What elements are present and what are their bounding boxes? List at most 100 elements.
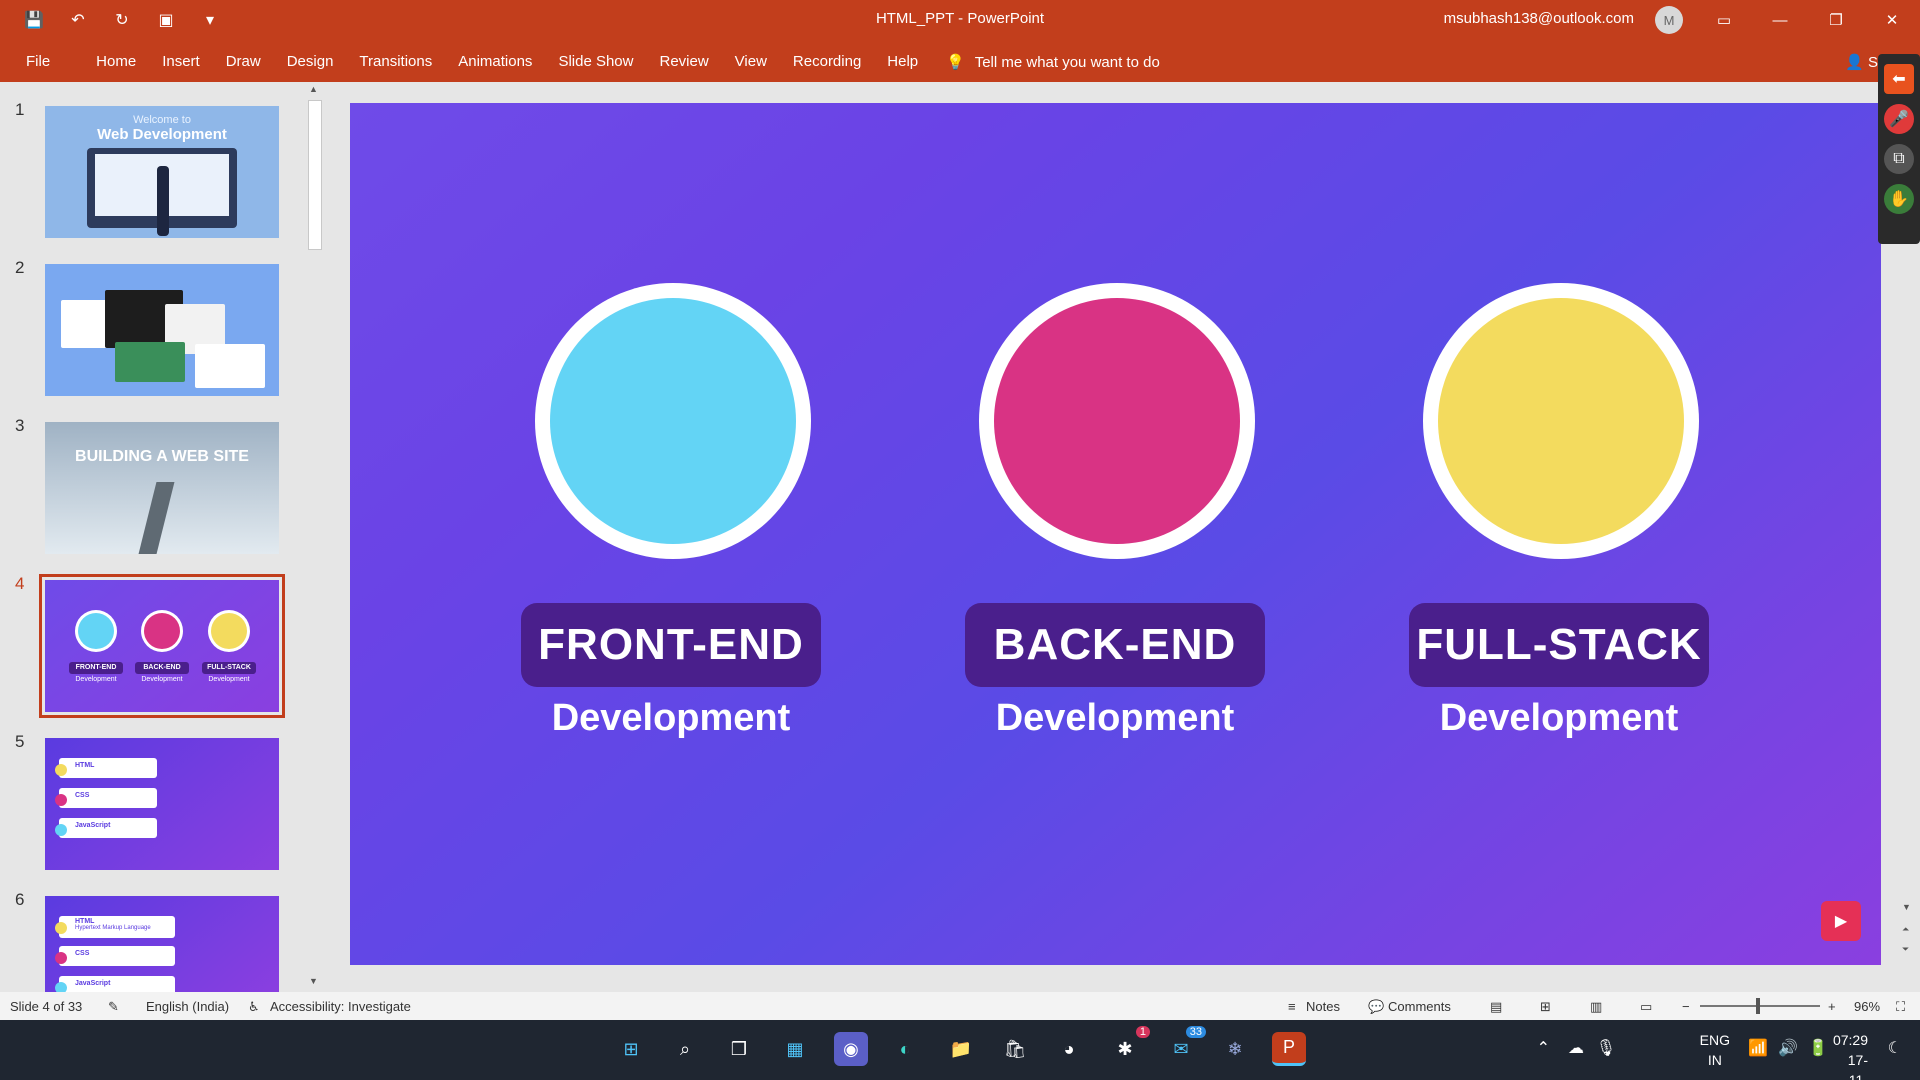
zoom-in-icon[interactable]: +: [1828, 999, 1836, 1014]
language-indicator[interactable]: English (India): [146, 999, 229, 1014]
zoom-slider[interactable]: [1700, 1005, 1820, 1007]
tab-recording[interactable]: Recording: [793, 53, 861, 70]
zoom-level[interactable]: 96%: [1854, 999, 1880, 1014]
clock[interactable]: 07:29 17-11-2021: [1833, 1030, 1868, 1080]
thumb-sublabel: Development: [141, 676, 183, 683]
widgets-icon[interactable]: ▦: [778, 1032, 812, 1066]
normal-view-icon[interactable]: ▤: [1490, 999, 1502, 1015]
front-end-label[interactable]: FRONT-END: [521, 603, 821, 687]
tab-insert[interactable]: Insert: [162, 53, 200, 70]
hand-icon[interactable]: ✋: [1884, 184, 1914, 214]
comments-button[interactable]: Comments: [1388, 999, 1451, 1014]
thumb-dot: [55, 952, 67, 964]
tab-transitions[interactable]: Transitions: [359, 53, 432, 70]
microsoft-store-icon[interactable]: 🛍: [998, 1032, 1032, 1066]
minimize-icon[interactable]: —: [1752, 0, 1808, 40]
tell-me-search[interactable]: 💡 Tell me what you want to do: [946, 53, 1160, 72]
tab-file[interactable]: File: [26, 53, 50, 70]
thumb-circle: [75, 610, 117, 652]
notes-icon: ≡: [1288, 999, 1296, 1014]
restore-icon[interactable]: ❐: [1808, 0, 1864, 40]
back-end-circle-fill: [994, 298, 1240, 544]
tab-view[interactable]: View: [735, 53, 767, 70]
tab-design[interactable]: Design: [287, 53, 334, 70]
tab-draw[interactable]: Draw: [226, 53, 261, 70]
notes-button[interactable]: Notes: [1306, 999, 1340, 1014]
volume-icon[interactable]: 🔊: [1778, 1038, 1798, 1058]
tab-home[interactable]: Home: [96, 53, 136, 70]
fit-to-window-icon[interactable]: ⛶: [1896, 999, 1905, 1015]
slideshow-icon[interactable]: ▭: [1640, 999, 1652, 1015]
search-icon[interactable]: ⌕: [668, 1032, 702, 1066]
notification-icon[interactable]: ☾: [1888, 1038, 1902, 1058]
thumb-dot: [55, 982, 67, 992]
mail-icon[interactable]: ✉ 33: [1164, 1026, 1206, 1066]
chrome-icon[interactable]: ◕: [1052, 1032, 1086, 1066]
thumb-number: 4: [15, 574, 25, 593]
close-icon[interactable]: ✕: [1864, 0, 1920, 40]
tab-review[interactable]: Review: [659, 53, 708, 70]
slide-thumbnail-4[interactable]: FRONT-END BACK-END FULL-STACK Developmen…: [39, 574, 285, 718]
subscribe-badge[interactable]: ▶: [1821, 901, 1861, 941]
slide-thumbnail-2[interactable]: [45, 264, 279, 396]
slide-thumbnail-1[interactable]: Welcome to Web Development: [45, 106, 279, 238]
edge-icon[interactable]: ◐: [888, 1032, 922, 1066]
thumb-label: BACK-END: [135, 662, 189, 674]
windows-start-icon[interactable]: ⊞: [614, 1032, 648, 1066]
slide-thumbnail-3[interactable]: BUILDING A WEB SITE: [45, 422, 279, 554]
battery-icon[interactable]: 🔋: [1808, 1038, 1828, 1058]
reading-view-icon[interactable]: ▥: [1590, 999, 1602, 1015]
accessibility-status[interactable]: Accessibility: Investigate: [270, 999, 411, 1014]
person-figure: [157, 166, 169, 236]
thumb-sublabel: Development: [208, 676, 250, 683]
copy-icon[interactable]: ⧉: [1884, 144, 1914, 174]
account-email[interactable]: msubhash138@outlook.com: [1444, 10, 1634, 27]
microphone-icon[interactable]: 🎤: [1884, 104, 1914, 134]
slide-sorter-icon[interactable]: ⊞: [1540, 999, 1551, 1015]
powerpoint-icon[interactable]: P: [1272, 1032, 1306, 1066]
back-end-label[interactable]: BACK-END: [965, 603, 1265, 687]
windows-taskbar: ⊞ ⌕ ❒ ▦ ◉ ◐ 📁 🛍 ◕ ✱ 1 ✉ 33 ❄ P ⌃ ☁ 🎙 ENG I…: [0, 1020, 1920, 1080]
wifi-icon[interactable]: 📶: [1748, 1038, 1768, 1058]
zoom-out-icon[interactable]: −: [1682, 999, 1690, 1014]
spellcheck-icon[interactable]: ✎: [108, 999, 119, 1015]
chevron-up-icon[interactable]: ⌃: [1537, 1038, 1550, 1058]
tab-help[interactable]: Help: [887, 53, 918, 70]
microphone-icon[interactable]: 🎙: [1596, 1038, 1616, 1058]
slide-thumbnail-6[interactable]: HTML Hypertext Markup Language CSS JavaS…: [45, 896, 279, 992]
mail-badge: 33: [1185, 1026, 1206, 1038]
zoom-slider-thumb[interactable]: [1756, 998, 1760, 1014]
slide-thumbnail-5[interactable]: HTML CSS JavaScript: [45, 738, 279, 870]
scroll-up-icon[interactable]: ▲: [309, 84, 318, 94]
avatar[interactable]: M: [1655, 6, 1683, 34]
accessibility-icon: ♿: [248, 999, 260, 1014]
thumb-list-desc: Hypertext Markup Language: [75, 925, 151, 931]
teams-chat-icon[interactable]: ◉: [834, 1032, 868, 1066]
file-explorer-icon[interactable]: 📁: [944, 1032, 978, 1066]
next-slide-icon[interactable]: ⏷: [1902, 944, 1909, 955]
full-stack-sublabel[interactable]: Development: [1399, 697, 1719, 740]
slack-icon[interactable]: ✱ 1: [1108, 1026, 1150, 1066]
input-language[interactable]: ENG IN: [1700, 1030, 1730, 1070]
scroll-down-icon[interactable]: ▼: [309, 976, 318, 986]
scrollbar-thumb[interactable]: [308, 100, 322, 250]
prev-slide-icon[interactable]: ⏶: [1902, 924, 1909, 935]
thumb-label: FRONT-END: [69, 662, 123, 674]
lang-code: ENG: [1699, 1032, 1730, 1048]
road-illustration: [137, 482, 175, 554]
slide-canvas[interactable]: FRONT-END BACK-END FULL-STACK Developmen…: [350, 103, 1881, 965]
tab-slide-show[interactable]: Slide Show: [558, 53, 633, 70]
ribbon-display-icon[interactable]: ▭: [1696, 0, 1752, 40]
scroll-down-icon[interactable]: ▼: [1902, 902, 1911, 912]
thumbnail-scrollbar[interactable]: ▲ ▼: [306, 82, 324, 992]
arrow-left-icon[interactable]: ⬅: [1884, 64, 1914, 94]
snowflake-app-icon[interactable]: ❄: [1218, 1032, 1252, 1066]
thumb-circle: [141, 610, 183, 652]
front-end-sublabel[interactable]: Development: [511, 697, 831, 740]
task-view-icon[interactable]: ❒: [722, 1032, 756, 1066]
thumb-dot: [55, 922, 67, 934]
back-end-sublabel[interactable]: Development: [955, 697, 1275, 740]
full-stack-label[interactable]: FULL-STACK: [1409, 603, 1709, 687]
onedrive-icon[interactable]: ☁: [1568, 1038, 1584, 1058]
tab-animations[interactable]: Animations: [458, 53, 532, 70]
